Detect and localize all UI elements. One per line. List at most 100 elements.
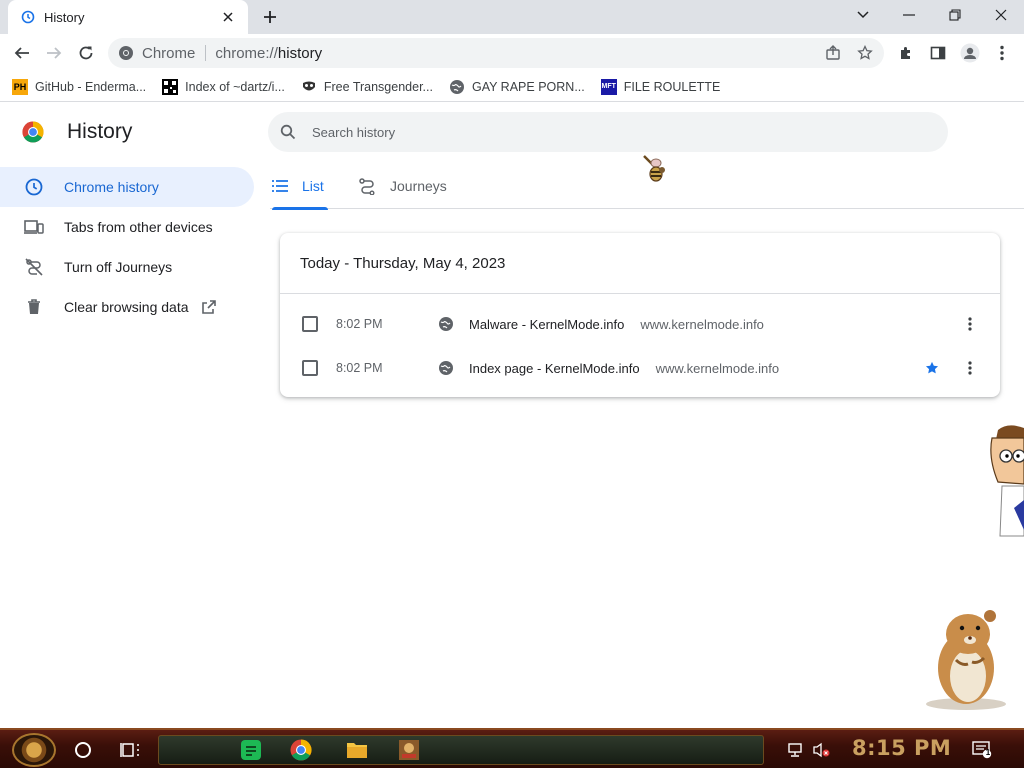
tab-label: List	[302, 178, 324, 194]
more-actions-icon[interactable]	[960, 314, 980, 334]
chrome-taskbar-icon[interactable]	[289, 738, 313, 762]
entry-title-line[interactable]: Malware - KernelMode.info www.kernelmode.…	[469, 317, 764, 332]
bookmark-label: GAY RAPE PORN...	[471, 79, 585, 94]
sidebar-item-label: Tabs from other devices	[64, 219, 213, 235]
side-panel-icon[interactable]	[924, 39, 952, 67]
search-cortana-icon[interactable]	[71, 738, 95, 762]
tab-journeys[interactable]: Journeys	[358, 163, 447, 209]
desktop-bee-mascot	[643, 155, 665, 182]
bookmark-github[interactable]: PH GitHub - Enderma...	[12, 78, 146, 95]
restore-button[interactable]	[932, 0, 978, 30]
sidebar-item-chrome-history[interactable]: Chrome history	[0, 167, 254, 207]
bookmark-globe-site[interactable]: GAY RAPE PORN...	[449, 79, 585, 95]
taskbar-clock[interactable]: 8:15 PM	[852, 736, 951, 760]
notification-center-icon[interactable]: 1	[972, 740, 992, 760]
game-app-icon[interactable]	[397, 738, 421, 762]
chrome-logo-icon	[22, 121, 44, 143]
tab-label: Journeys	[390, 178, 447, 194]
open-in-new-icon	[201, 299, 217, 315]
entry-checkbox[interactable]	[302, 316, 318, 332]
bookmarked-star-icon[interactable]	[923, 359, 941, 377]
site-globe-icon	[439, 361, 453, 375]
search-icon	[280, 124, 296, 140]
browser-tab-history[interactable]: History	[8, 0, 248, 34]
bookmarks-bar: PH GitHub - Enderma... Index of ~dartz/i…	[0, 72, 1024, 102]
entry-domain: www.kernelmode.info	[640, 316, 764, 332]
tab-strip: History	[0, 0, 1024, 34]
chrome-chip: Chrome	[142, 44, 196, 62]
url-text: chrome://history	[215, 45, 322, 62]
history-entry[interactable]: 8:02 PM Malware - KernelMode.info www.ker…	[280, 302, 1000, 346]
profile-avatar-icon[interactable]	[956, 39, 984, 67]
journeys-icon	[358, 177, 376, 195]
entry-time: 8:02 PM	[336, 361, 383, 375]
tab-title: History	[44, 9, 85, 25]
chrome-page-icon	[118, 45, 134, 61]
url-scheme: chrome://	[215, 44, 278, 62]
share-icon[interactable]	[820, 38, 846, 68]
qr-icon	[162, 78, 179, 95]
list-icon	[272, 180, 288, 192]
tab-list[interactable]: List	[272, 163, 328, 210]
site-globe-icon	[439, 317, 453, 331]
sidebar-item-label: Turn off Journeys	[64, 259, 173, 275]
omnibox-divider	[205, 45, 207, 61]
journeys-off-icon	[24, 257, 44, 277]
globe-icon	[449, 79, 465, 95]
back-button[interactable]	[8, 39, 36, 67]
address-bar[interactable]: Chrome chrome://history	[108, 38, 884, 68]
bookmark-label: FILE ROULETTE	[623, 79, 721, 94]
history-clock-icon	[20, 9, 36, 25]
entry-title[interactable]: Index page - KernelMode.info	[469, 361, 640, 376]
sidebar-item-label: Chrome history	[64, 179, 159, 195]
tab-search-chevron-icon[interactable]	[840, 0, 886, 30]
taskbar: 8:15 PM 1	[0, 728, 1024, 768]
network-icon[interactable]	[786, 740, 806, 760]
browser-menu-icon[interactable]	[988, 39, 1016, 67]
extensions-puzzle-icon[interactable]	[892, 39, 920, 67]
entry-checkbox[interactable]	[302, 360, 318, 376]
devices-icon	[24, 217, 44, 237]
sidebar-item-tabs-other-devices[interactable]: Tabs from other devices	[0, 207, 254, 247]
sidebar-nav: Chrome history Tabs from other devices T…	[0, 167, 256, 327]
entry-domain: www.kernelmode.info	[655, 360, 780, 376]
bookmark-free-transgender[interactable]: Free Transgender...	[301, 79, 433, 95]
bookmark-star-icon[interactable]	[852, 38, 878, 68]
new-tab-button[interactable]	[258, 5, 282, 29]
reload-button[interactable]	[72, 39, 100, 67]
browser-toolbar: Chrome chrome://history	[0, 34, 1024, 72]
bookmark-label: Free Transgender...	[323, 79, 433, 94]
url-path: history	[277, 44, 323, 62]
entry-title-line[interactable]: Index page - KernelMode.info www.kernelmo…	[469, 361, 779, 376]
start-button[interactable]	[12, 733, 56, 767]
bookmark-index-dartz[interactable]: Index of ~dartz/i...	[162, 78, 285, 95]
close-window-button[interactable]	[978, 0, 1024, 30]
volume-muted-icon[interactable]	[812, 740, 832, 760]
history-entry[interactable]: 8:02 PM Index page - KernelMode.info www.…	[280, 346, 1000, 390]
bookmark-label: Index of ~dartz/i...	[185, 79, 285, 94]
sidebar-item-turn-off-journeys[interactable]: Turn off Journeys	[0, 247, 254, 287]
sidebar-item-label: Clear browsing data	[64, 299, 189, 315]
mask-icon	[301, 79, 317, 95]
desktop-cartoon-man	[990, 425, 1024, 537]
page-title: History	[67, 120, 133, 143]
search-history-box[interactable]	[268, 112, 948, 152]
ph-icon: PH	[12, 78, 28, 95]
search-input[interactable]	[312, 124, 872, 140]
bookmark-file-roulette[interactable]: MFT FILE ROULETTE	[600, 78, 721, 95]
desktop-hamster-mascot	[926, 610, 1006, 710]
tab-close-icon[interactable]	[218, 7, 238, 27]
task-view-icon[interactable]	[118, 738, 142, 762]
forward-button[interactable]	[40, 39, 68, 67]
entry-title[interactable]: Malware - KernelMode.info	[469, 317, 624, 332]
mft-icon: MFT	[600, 78, 617, 95]
clock-icon	[24, 177, 44, 197]
history-card: Today - Thursday, May 4, 2023 8:02 PM Ma…	[280, 233, 1000, 397]
history-page: History Chrome history Tabs from other d…	[0, 103, 1024, 728]
minimize-button[interactable]	[886, 0, 932, 30]
file-explorer-icon[interactable]	[345, 738, 369, 762]
more-actions-icon[interactable]	[960, 358, 980, 378]
sidebar-item-clear-browsing-data[interactable]: Clear browsing data	[0, 287, 254, 327]
taskbar-app-panel	[158, 735, 764, 765]
notes-app-icon[interactable]	[239, 738, 263, 762]
